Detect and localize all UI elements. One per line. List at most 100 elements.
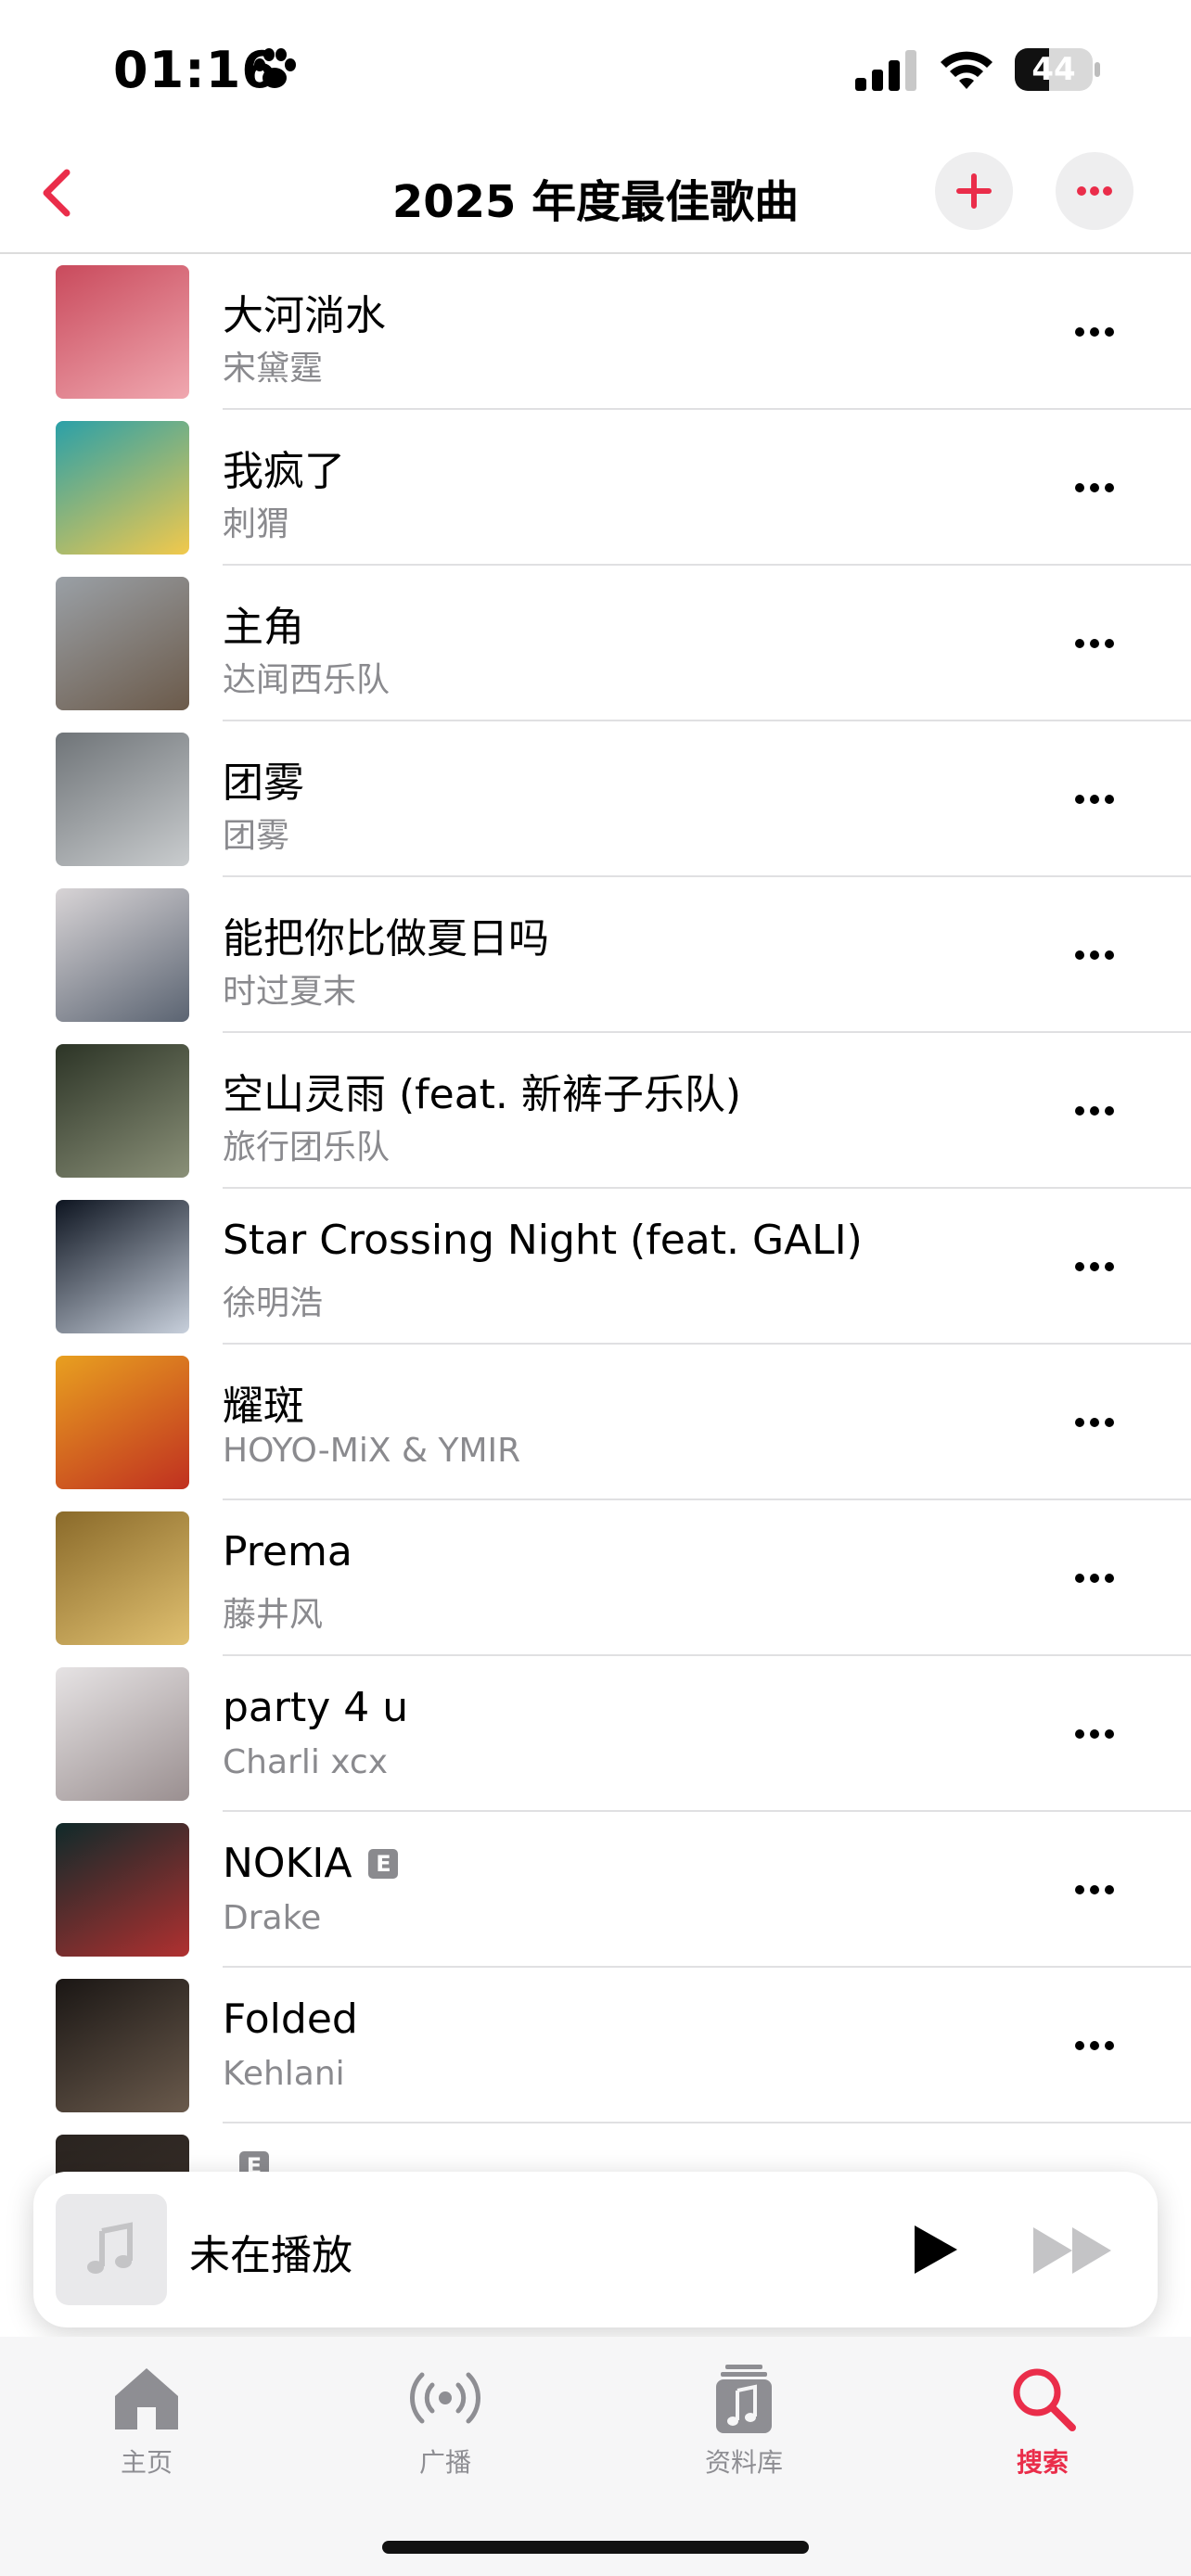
song-artist: 藤井风: [223, 1596, 324, 1634]
explicit-badge: E: [368, 1848, 399, 1879]
song-artist: 宋黛霆: [223, 350, 324, 388]
fast-forward-icon[interactable]: [1031, 2224, 1115, 2277]
song-more-icon[interactable]: [1067, 1090, 1122, 1131]
battery-indicator: 44: [1015, 48, 1102, 91]
cellular-signal-icon: [855, 50, 916, 91]
song-row[interactable]: Folded Kehlani: [0, 1968, 1191, 2123]
song-title: 我疯了: [223, 438, 345, 497]
plus-icon: [956, 173, 992, 209]
tab-home[interactable]: 主页: [54, 2359, 239, 2489]
song-artist: 团雾: [223, 817, 290, 855]
song-more-icon[interactable]: [1067, 467, 1122, 508]
wifi-icon: [941, 51, 992, 89]
song-artist: HOYO-MiX & YMIR: [223, 1432, 521, 1470]
song-more-icon[interactable]: [1067, 623, 1122, 664]
song-title-text: 能把你比做夏日吗: [223, 915, 549, 963]
home-indicator: [382, 2541, 809, 2554]
tab-library[interactable]: 资料库: [651, 2359, 837, 2489]
song-title-text: 耀斑: [223, 1383, 304, 1430]
song-title-text: 空山灵雨 (feat. 新裤子乐队): [223, 1071, 742, 1118]
song-row[interactable]: 团雾 团雾: [0, 721, 1191, 877]
song-artist: 时过夏末: [223, 973, 357, 1011]
navigation-bar: 2025 年度最佳歌曲: [0, 139, 1191, 254]
song-list[interactable]: 大河淌水 宋黛霆 我疯了 刺猬 主角 达闻西乐队 团雾 团雾 能把你比做夏日吗 时过夏末 空山灵雨 …: [0, 254, 1191, 2183]
song-artist: 徐明浩: [223, 1284, 324, 1322]
song-row[interactable]: 我疯了 刺猬: [0, 410, 1191, 566]
song-artist: Charli xcx: [223, 1743, 389, 1781]
tab-label: 广播: [418, 2447, 471, 2478]
paw-icon: [254, 48, 296, 88]
song-more-icon[interactable]: [1067, 1246, 1122, 1287]
song-title: 能把你比做夏日吗: [223, 905, 549, 964]
song-more-icon[interactable]: [1067, 779, 1122, 820]
home-icon: [115, 2368, 178, 2429]
add-button[interactable]: [935, 152, 1013, 230]
album-artwork: [56, 1667, 189, 1801]
album-artwork: [56, 1823, 189, 1957]
tab-radio[interactable]: 广播: [352, 2359, 538, 2489]
more-options-button[interactable]: [1056, 152, 1133, 230]
tab-search[interactable]: 搜索: [950, 2359, 1135, 2489]
song-artist: 达闻西乐队: [223, 661, 391, 699]
song-title-text: 大河淌水: [223, 292, 386, 339]
tab-label: 资料库: [704, 2447, 783, 2478]
song-more-icon[interactable]: [1067, 935, 1122, 976]
song-title: Folded: [223, 1996, 358, 2043]
album-artwork: [56, 733, 189, 866]
search-icon: [1013, 2368, 1076, 2431]
song-row[interactable]: 空山灵雨 (feat. 新裤子乐队) 旅行团乐队: [0, 1033, 1191, 1189]
album-artwork: [56, 888, 189, 1022]
song-row[interactable]: Prema 藤井风: [0, 1500, 1191, 1656]
music-note-icon: [87, 2222, 133, 2274]
status-bar: 01:16 44: [0, 0, 1191, 139]
song-row[interactable]: 主角 达闻西乐队: [0, 566, 1191, 721]
page-title: 2025 年度最佳歌曲: [391, 176, 800, 228]
song-artist: Kehlani: [223, 2055, 345, 2093]
song-title-text: party 4 u: [223, 1684, 409, 1731]
album-artwork: [56, 577, 189, 710]
song-title-text: Folded: [223, 1996, 358, 2043]
now-playing-title: 未在播放: [189, 2232, 352, 2279]
song-title-text: 团雾: [223, 759, 304, 807]
song-more-icon[interactable]: [1067, 1869, 1122, 1910]
song-title: Prema: [223, 1528, 352, 1575]
song-row[interactable]: 耀斑 HOYO-MiX & YMIR: [0, 1345, 1191, 1500]
album-artwork: [56, 265, 189, 399]
tab-label: 主页: [120, 2447, 173, 2478]
battery-percent: 44: [1031, 51, 1076, 88]
song-title: NOKIA E: [223, 1840, 399, 1887]
radio-icon: [410, 2372, 480, 2424]
song-title-text: Prema: [223, 1528, 352, 1575]
mini-player[interactable]: 未在播放: [33, 2172, 1158, 2327]
album-artwork: [56, 421, 189, 555]
song-title: Star Crossing Night (feat. GALI): [223, 1217, 863, 1264]
play-icon[interactable]: [903, 2220, 963, 2279]
song-row[interactable]: Star Crossing Night (feat. GALI) 徐明浩: [0, 1189, 1191, 1345]
album-artwork: [56, 1356, 189, 1489]
song-row[interactable]: party 4 u Charli xcx: [0, 1656, 1191, 1812]
song-title: 主角: [223, 593, 304, 653]
album-artwork: [56, 1511, 189, 1645]
song-title: 大河淌水: [223, 282, 386, 341]
ellipsis-icon: [1077, 186, 1112, 196]
song-more-icon[interactable]: [1067, 1714, 1122, 1754]
back-chevron-icon[interactable]: [28, 159, 83, 226]
song-artist: 旅行团乐队: [223, 1129, 391, 1167]
album-artwork: [56, 1200, 189, 1333]
song-artist: Drake: [223, 1899, 322, 1937]
album-artwork: [56, 1044, 189, 1178]
library-icon: [716, 2365, 772, 2433]
song-title: 耀斑: [223, 1372, 304, 1432]
song-more-icon[interactable]: [1067, 1558, 1122, 1599]
song-row[interactable]: NOKIA E Drake: [0, 1812, 1191, 1968]
tab-label: 搜索: [1016, 2447, 1069, 2478]
song-more-icon[interactable]: [1067, 1402, 1122, 1443]
song-title-text: 我疯了: [223, 448, 345, 495]
song-more-icon[interactable]: [1067, 312, 1122, 352]
mini-player-artwork: [56, 2194, 167, 2305]
song-more-icon[interactable]: [1067, 2025, 1122, 2066]
song-title-text: NOKIA: [223, 1840, 352, 1887]
song-row[interactable]: 大河淌水 宋黛霆: [0, 254, 1191, 410]
song-row[interactable]: 能把你比做夏日吗时过夏末: [0, 877, 1191, 1033]
song-title-text: 主角: [223, 604, 304, 651]
